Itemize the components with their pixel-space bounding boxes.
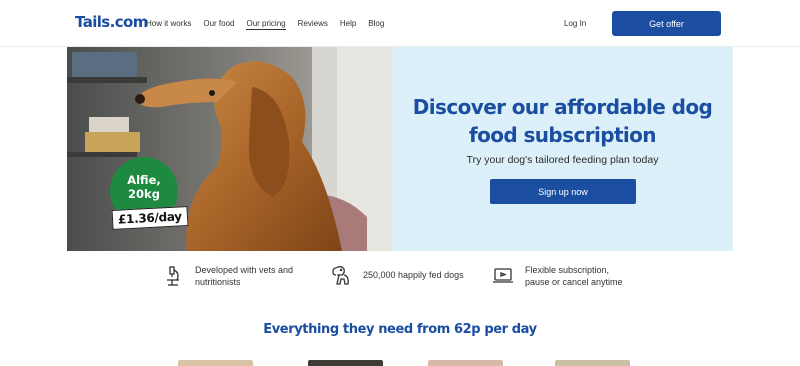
hero-title: Discover our affordable dog food subscri… xyxy=(392,93,733,149)
microscope-icon xyxy=(162,265,184,287)
feature-vets-line2: nutritionists xyxy=(195,277,241,287)
hero-panel: Discover our affordable dog food subscri… xyxy=(392,47,733,251)
sign-up-button[interactable]: Sign up now xyxy=(490,179,636,204)
price-tag: £1.36/day xyxy=(111,206,189,230)
feature-dogs: 250,000 happily fed dogs xyxy=(330,264,464,286)
hero-title-line2: food subscription xyxy=(469,123,657,147)
login-link[interactable]: Log In xyxy=(564,19,586,28)
nav-blog[interactable]: Blog xyxy=(368,19,384,30)
nav-our-food[interactable]: Our food xyxy=(203,19,234,30)
product-thumbnail[interactable] xyxy=(555,360,630,366)
product-thumbnail[interactable] xyxy=(428,360,503,366)
badge-weight: 20kg xyxy=(128,187,160,201)
feature-vets-line1: Developed with vets and xyxy=(195,265,294,275)
dog-icon xyxy=(330,264,352,286)
nav-help[interactable]: Help xyxy=(340,19,356,30)
product-thumbnail[interactable] xyxy=(178,360,253,366)
feature-flexible-line1: Flexible subscription, xyxy=(525,265,610,275)
feature-flexible-line2: pause or cancel anytime xyxy=(525,277,623,287)
feature-dogs-line1: 250,000 happily fed dogs xyxy=(363,270,464,280)
nav-our-pricing[interactable]: Our pricing xyxy=(246,19,286,30)
get-offer-button[interactable]: Get offer xyxy=(612,11,721,36)
hero-title-line1: Discover our affordable dog xyxy=(412,95,713,119)
nav-reviews[interactable]: Reviews xyxy=(298,19,328,30)
hero-subtitle: Try your dog's tailored feeding plan tod… xyxy=(466,154,659,166)
nav-how-it-works[interactable]: How it works xyxy=(146,19,191,30)
badge-name: Alfie, xyxy=(127,173,161,187)
product-thumbnail[interactable] xyxy=(308,360,383,366)
main-nav: How it works Our food Our pricing Review… xyxy=(146,19,384,30)
feature-flexible: Flexible subscription, pause or cancel a… xyxy=(492,264,623,288)
laptop-icon xyxy=(492,265,514,287)
site-header: Tails.com How it works Our food Our pric… xyxy=(0,0,800,47)
feature-vets: Developed with vets and nutritionists xyxy=(162,264,293,288)
logo[interactable]: Tails.com xyxy=(75,13,148,31)
section-title: Everything they need from 62p per day xyxy=(263,322,537,337)
